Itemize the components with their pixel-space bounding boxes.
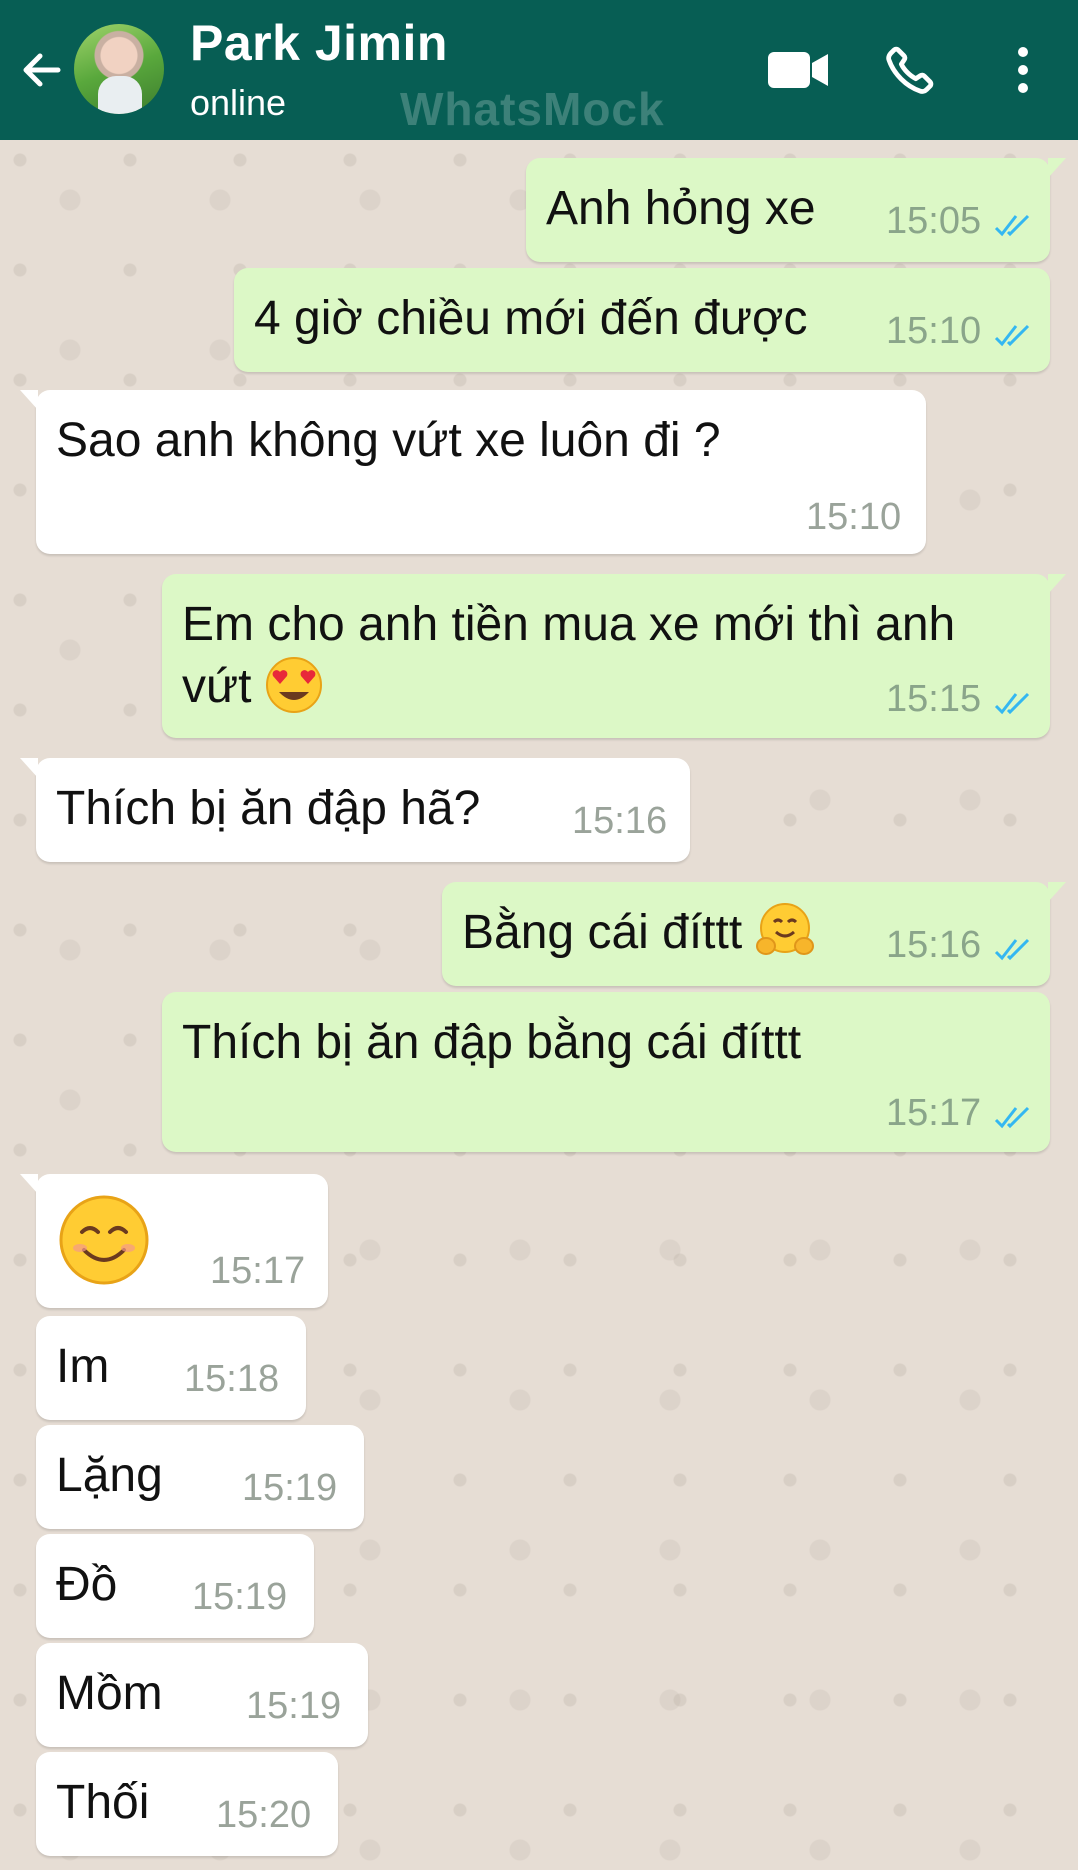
avatar[interactable] — [74, 24, 164, 114]
arrow-left-icon[interactable] — [18, 46, 66, 94]
message-line-2: vứt — [182, 660, 252, 713]
video-camera-icon[interactable] — [766, 48, 830, 92]
message-time: 15:19 — [192, 1576, 288, 1618]
message-incoming[interactable]: Đồ 15:19 — [36, 1534, 314, 1638]
message-text: Đồ — [56, 1558, 118, 1611]
message-incoming[interactable]: Lặng 15:19 — [36, 1425, 364, 1529]
contact-name[interactable]: Park Jimin — [190, 14, 448, 72]
message-time: 15:10 — [886, 310, 982, 352]
message-time: 15:19 — [242, 1467, 338, 1509]
message-text: 4 giờ chiều mới đến được — [254, 292, 808, 345]
message-text: Sao anh không vứt xe luôn đi ? — [56, 414, 721, 467]
message-time: 15:18 — [184, 1358, 280, 1400]
message-incoming[interactable]: Thối 15:20 — [36, 1752, 338, 1856]
more-vertical-icon[interactable] — [1006, 44, 1040, 96]
message-time: 15:16 — [886, 924, 982, 966]
message-incoming[interactable]: Im 15:18 — [36, 1316, 306, 1420]
message-outgoing[interactable]: Bằng cái đíttt 15:16 — [442, 882, 1066, 986]
double-check-icon — [994, 938, 1030, 961]
hugging-face-emoji — [755, 903, 814, 955]
message-incoming[interactable]: Sao anh không vứt xe luôn đi ? 15:10 — [20, 390, 926, 554]
phone-icon[interactable] — [884, 44, 936, 96]
message-incoming[interactable]: Mồm 15:19 — [36, 1643, 368, 1747]
message-time: 15:19 — [246, 1685, 342, 1727]
message-text: Thích bị ăn đập hã? — [56, 782, 481, 835]
message-text: Anh hỏng xe — [546, 182, 816, 235]
message-outgoing[interactable]: 4 giờ chiều mới đến được 15:10 — [234, 268, 1050, 372]
message-outgoing[interactable]: Em cho anh tiền mua xe mới thì anh vứt 1… — [162, 574, 1066, 738]
message-outgoing[interactable]: Thích bị ăn đập bằng cái đíttt 15:17 — [162, 992, 1050, 1152]
watermark: WhatsMock — [400, 83, 665, 135]
double-check-icon — [994, 692, 1030, 715]
message-text: Im — [56, 1340, 110, 1393]
message-time: 15:20 — [216, 1794, 312, 1836]
double-check-icon — [994, 324, 1030, 347]
message-line-1: Em cho anh tiền mua xe mới thì anh — [182, 598, 956, 651]
message-text: Bằng cái đíttt — [462, 902, 814, 964]
double-check-icon — [994, 1106, 1030, 1129]
message-text: Lặng — [56, 1449, 163, 1502]
message-text: Thối — [56, 1776, 150, 1829]
heart-eyes-emoji — [265, 657, 322, 713]
message-text: Mồm — [56, 1667, 163, 1720]
smiling-face-emoji — [59, 1195, 149, 1285]
message-incoming[interactable]: Thích bị ăn đập hã? 15:16 — [20, 758, 690, 862]
message-time: 15:17 — [886, 1092, 982, 1134]
message-text: Em cho anh tiền mua xe mới thì anh vứt — [182, 594, 955, 718]
contact-status: online — [190, 82, 287, 123]
message-text: Thích bị ăn đập bằng cái đíttt — [182, 1016, 802, 1069]
message-time: 15:17 — [210, 1250, 306, 1292]
message-incoming[interactable]: 15:17 — [20, 1174, 328, 1308]
message-text-content: Bằng cái đíttt — [462, 906, 743, 959]
message-time: 15:15 — [886, 678, 982, 720]
message-outgoing[interactable]: Anh hỏng xe 15:05 — [526, 158, 1066, 262]
message-time: 15:05 — [886, 200, 982, 242]
message-time: 15:16 — [572, 800, 668, 842]
double-check-icon — [994, 214, 1030, 237]
message-time: 15:10 — [806, 496, 902, 538]
chat-header: Park Jimin online WhatsMock — [0, 0, 1078, 140]
